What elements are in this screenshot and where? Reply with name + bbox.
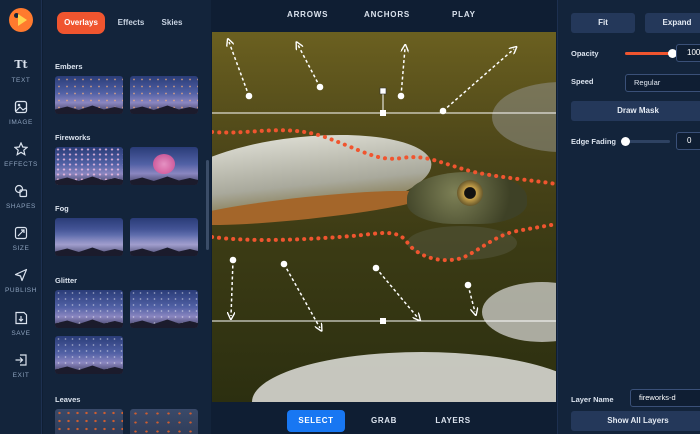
overlay-thumb[interactable] bbox=[55, 147, 123, 185]
opacity-value-field[interactable]: 100 bbox=[676, 44, 700, 62]
overlay-panel: Overlays Effects Skies Embers Fireworks … bbox=[43, 0, 211, 434]
play-button[interactable]: PLAY bbox=[452, 10, 476, 19]
resize-icon bbox=[14, 226, 28, 240]
rail-item-save[interactable]: SAVE bbox=[0, 311, 42, 351]
arrow-origin[interactable] bbox=[229, 256, 237, 264]
rail-label-save: SAVE bbox=[11, 330, 31, 337]
overlay-thumb[interactable] bbox=[130, 76, 198, 114]
layer-name-label: Layer Name bbox=[571, 395, 614, 404]
rail-label-image: IMAGE bbox=[9, 119, 33, 126]
overlay-thumb[interactable] bbox=[55, 76, 123, 114]
edge-fading-label: Edge Fading bbox=[571, 137, 616, 146]
overlay-thumb[interactable] bbox=[55, 290, 123, 328]
save-icon bbox=[15, 311, 28, 325]
overlay-thumb[interactable] bbox=[130, 290, 198, 328]
motion-arrow[interactable] bbox=[298, 45, 321, 88]
text-icon: Tt bbox=[14, 58, 28, 71]
edge-fading-slider[interactable] bbox=[621, 137, 670, 146]
rail-label-effects: EFFECTS bbox=[4, 161, 38, 168]
arrow-origin[interactable] bbox=[397, 92, 405, 100]
arrow-origin[interactable] bbox=[280, 260, 288, 268]
rail-item-effects[interactable]: EFFECTS bbox=[0, 142, 42, 182]
edge-fading-value-field[interactable]: 0 bbox=[676, 132, 700, 150]
motion-arrow[interactable] bbox=[400, 48, 405, 97]
motion-arrow[interactable] bbox=[283, 263, 320, 328]
rail-item-text[interactable]: Tt TEXT bbox=[0, 58, 42, 98]
shapes-icon bbox=[14, 184, 28, 198]
speed-select-value: Regular bbox=[634, 78, 661, 87]
canvas-toolbar: ARROWS ANCHORS PLAY bbox=[212, 0, 556, 32]
arrows-button[interactable]: ARROWS bbox=[287, 10, 328, 19]
editor-canvas[interactable] bbox=[212, 32, 556, 402]
edge-fading-slider-knob[interactable] bbox=[621, 137, 630, 146]
overlay-thumb[interactable] bbox=[130, 147, 198, 185]
section-title-leaves: Leaves bbox=[55, 395, 81, 404]
show-all-layers-button[interactable]: Show All Layers bbox=[571, 411, 700, 431]
panel-tabs: Overlays Effects Skies bbox=[43, 0, 211, 46]
expand-button[interactable]: Expand bbox=[645, 13, 700, 33]
rail-label-size: SIZE bbox=[12, 245, 30, 252]
draw-mask-button[interactable]: Draw Mask bbox=[571, 101, 700, 121]
star-icon bbox=[14, 142, 28, 156]
arrow-origin[interactable] bbox=[316, 83, 324, 91]
arrow-origin[interactable] bbox=[439, 107, 447, 115]
motion-arrow[interactable] bbox=[467, 284, 475, 312]
image-icon bbox=[14, 100, 28, 114]
panel-scrollbar[interactable] bbox=[206, 160, 209, 250]
overlay-thumb[interactable] bbox=[55, 409, 123, 434]
speed-select[interactable]: Regular bbox=[625, 74, 700, 92]
rail-item-exit[interactable]: EXIT bbox=[0, 353, 42, 393]
mask-outline[interactable] bbox=[212, 128, 556, 263]
arrow-origin[interactable] bbox=[464, 281, 472, 289]
rail-item-image[interactable]: IMAGE bbox=[0, 100, 42, 140]
layers-button[interactable]: LAYERS bbox=[427, 410, 479, 432]
app-logo bbox=[9, 8, 33, 32]
tab-effects[interactable]: Effects bbox=[111, 12, 151, 34]
tab-overlays[interactable]: Overlays bbox=[57, 12, 105, 34]
grab-mode-button[interactable]: GRAB bbox=[362, 410, 406, 432]
select-mode-button[interactable]: SELECT bbox=[287, 410, 345, 432]
rail-item-publish[interactable]: PUBLISH bbox=[0, 268, 42, 308]
overlay-thumb[interactable] bbox=[130, 409, 198, 434]
section-title-embers: Embers bbox=[55, 62, 83, 71]
arrow-origin[interactable] bbox=[245, 92, 253, 100]
properties-panel: Fit Expand Opacity 100 Speed Regular Dra… bbox=[557, 0, 700, 434]
motion-arrow[interactable] bbox=[442, 49, 514, 112]
rail-item-size[interactable]: SIZE bbox=[0, 226, 42, 266]
motion-arrow[interactable] bbox=[229, 42, 250, 97]
rail-label-shapes: SHAPES bbox=[6, 203, 36, 210]
rail-item-shapes[interactable]: SHAPES bbox=[0, 184, 42, 224]
anchor-handle[interactable] bbox=[380, 110, 386, 116]
speed-label: Speed bbox=[571, 77, 594, 86]
motion-overlay bbox=[212, 32, 556, 402]
section-title-fireworks: Fireworks bbox=[55, 133, 91, 142]
motion-arrow[interactable] bbox=[231, 259, 233, 316]
anchor-handle[interactable] bbox=[380, 318, 386, 324]
layer-name-input[interactable]: fireworks-d bbox=[630, 389, 700, 407]
left-tool-rail: Tt TEXT IMAGE EFFECTS SHAPES SIZE PUBLIS… bbox=[0, 0, 42, 434]
section-title-glitter: Glitter bbox=[55, 276, 78, 285]
opacity-slider[interactable] bbox=[625, 49, 677, 58]
overlay-thumb[interactable] bbox=[130, 218, 198, 256]
section-title-fog: Fog bbox=[55, 204, 69, 213]
overlay-thumb[interactable] bbox=[55, 336, 123, 374]
anchor-handle[interactable] bbox=[379, 87, 387, 95]
exit-icon bbox=[15, 354, 27, 366]
fit-button[interactable]: Fit bbox=[571, 13, 635, 33]
send-icon bbox=[14, 268, 28, 282]
motion-arrow[interactable] bbox=[375, 267, 418, 318]
rail-label-publish: PUBLISH bbox=[4, 287, 37, 294]
arrow-origin[interactable] bbox=[372, 264, 380, 272]
anchors-button[interactable]: ANCHORS bbox=[364, 10, 410, 19]
tab-skies[interactable]: Skies bbox=[155, 12, 189, 34]
rail-label-exit: EXIT bbox=[12, 372, 30, 379]
rail-label-text: TEXT bbox=[11, 77, 31, 84]
canvas-mode-bar: SELECT GRAB LAYERS bbox=[212, 402, 556, 434]
opacity-label: Opacity bbox=[571, 49, 599, 58]
overlay-thumb[interactable] bbox=[55, 218, 123, 256]
